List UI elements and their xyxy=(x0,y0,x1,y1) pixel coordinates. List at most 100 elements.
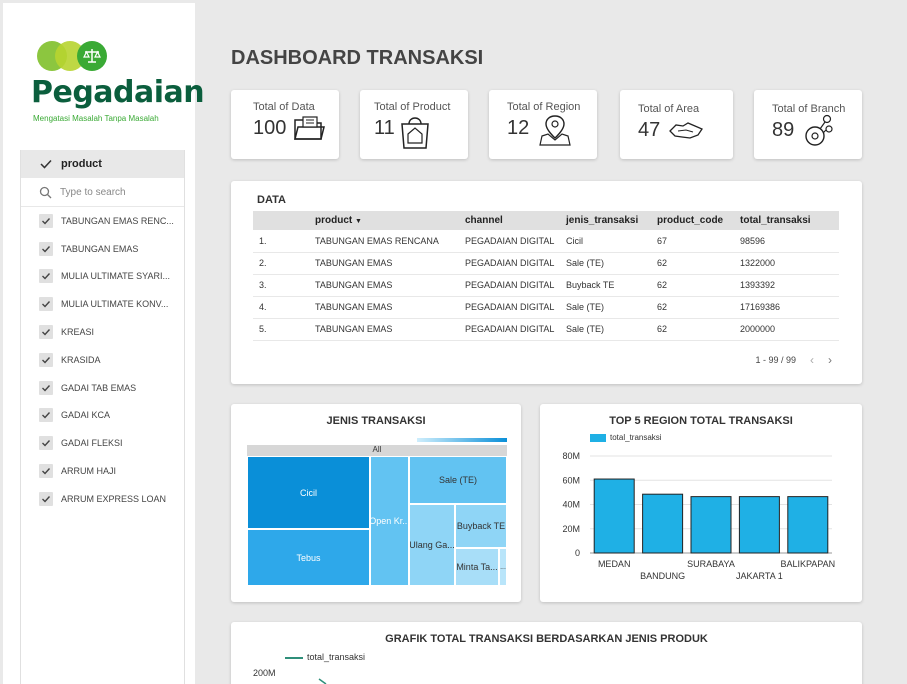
line-chart-legend: total_transaksi xyxy=(285,652,365,662)
filter-option[interactable]: KREASI xyxy=(21,318,184,346)
legend-label: total_transaksi xyxy=(307,652,366,662)
kpi-value: 47 xyxy=(638,119,661,141)
col-channel[interactable]: channel xyxy=(459,211,560,230)
treemap-cell[interactable]: Cicil xyxy=(247,456,370,529)
bar[interactable] xyxy=(690,496,732,554)
table-cell: TABUNGAN EMAS xyxy=(309,296,459,319)
y-tick-label: 60M xyxy=(562,475,580,485)
col-product-code[interactable]: product_code xyxy=(651,211,734,230)
table-cell: 4. xyxy=(253,296,309,319)
treemap-cell[interactable]: Tebus xyxy=(247,529,370,586)
filter-option-label: GADAI KCA xyxy=(61,410,111,421)
table-viewport[interactable]: product ▼ channel jenis_transaksi produc… xyxy=(231,181,862,343)
checkbox-checked-icon[interactable] xyxy=(39,297,53,312)
table-cell: 5. xyxy=(253,318,309,341)
filter-option[interactable]: MULIA ULTIMATE KONV... xyxy=(21,290,184,318)
filter-option-label: ARRUM EXPRESS LOAN xyxy=(61,493,167,504)
area-map-icon xyxy=(669,122,703,139)
table-cell: TABUNGAN EMAS RENCANA xyxy=(309,230,459,253)
bar[interactable] xyxy=(593,478,635,554)
table-cell: Buyback TE xyxy=(560,274,651,297)
filter-option[interactable]: GADAI KCA xyxy=(21,402,184,430)
treemap-cell[interactable]: ... xyxy=(499,548,507,586)
chevron-left-icon[interactable]: ‹ xyxy=(810,353,814,367)
checkbox-checked-icon[interactable] xyxy=(39,408,53,423)
shopping-bag-icon xyxy=(401,117,429,149)
table-cell: 67 xyxy=(651,230,734,253)
bar-chart-card: TOP 5 REGION TOTAL TRANSAKSI total_trans… xyxy=(540,404,862,602)
branch-icon xyxy=(805,114,833,146)
chevron-right-icon[interactable]: › xyxy=(828,353,832,367)
table-cell: 3. xyxy=(253,274,309,297)
checkbox-checked-icon[interactable] xyxy=(39,491,53,506)
treemap-card: JENIS TRANSAKSI All Cicil Tebus Open Kr.… xyxy=(231,404,521,602)
checkbox-checked-icon[interactable] xyxy=(39,464,53,479)
filter-option[interactable]: ARRUM EXPRESS LOAN xyxy=(21,485,184,513)
treemap-cell[interactable]: Buyback TE xyxy=(455,504,507,548)
bar[interactable] xyxy=(642,493,684,554)
filter-option[interactable]: GADAI TAB EMAS xyxy=(21,374,184,402)
kpi-value: 89 xyxy=(772,119,795,141)
checkbox-checked-icon[interactable] xyxy=(39,380,53,395)
treemap-cell[interactable]: Minta Ta... xyxy=(455,548,499,586)
treemap-cell[interactable]: Sale (TE) xyxy=(409,456,507,504)
kpi-total-area: Total of Area 47 xyxy=(620,90,733,159)
bar[interactable] xyxy=(738,496,780,554)
filter-option-label: GADAI FLEKSI xyxy=(61,438,123,449)
line-chart-card: GRAFIK TOTAL TRANSAKSI BERDASARKAN JENIS… xyxy=(231,622,862,684)
filter-option[interactable]: TABUNGAN EMAS xyxy=(21,235,184,263)
col-product[interactable]: product ▼ xyxy=(309,211,459,230)
table-cell: TABUNGAN EMAS xyxy=(309,318,459,341)
treemap-cell[interactable]: Ulang Ga... xyxy=(409,504,455,586)
checkbox-checked-icon[interactable] xyxy=(39,325,53,340)
checkbox-checked-icon[interactable] xyxy=(39,352,53,367)
table-cell: TABUNGAN EMAS xyxy=(309,274,459,297)
filter-option[interactable]: GADAI FLEKSI xyxy=(21,429,184,457)
filter-option[interactable]: KRASIDA xyxy=(21,346,184,374)
table-cell: 1322000 xyxy=(734,252,839,275)
table-row[interactable]: 5. TABUNGAN EMAS PEGADAIAN DIGITAL Sale (TE… xyxy=(253,318,839,341)
filter-header[interactable]: product xyxy=(21,150,184,178)
treemap-root-label[interactable]: All xyxy=(247,445,507,456)
kpi-label: Total of Area xyxy=(638,103,700,115)
table-row[interactable]: 4. TABUNGAN EMAS PEGADAIAN DIGITAL Sale (TE… xyxy=(253,296,839,319)
checkbox-checked-icon[interactable] xyxy=(39,213,53,228)
col-jenis-transaksi[interactable]: jenis_transaksi xyxy=(560,211,651,230)
filter-option[interactable]: MULIA ULTIMATE SYARI... xyxy=(21,263,184,291)
check-icon xyxy=(40,159,52,169)
kpi-value: 100 xyxy=(253,117,287,139)
checkbox-checked-icon[interactable] xyxy=(39,436,53,451)
checkbox-checked-icon[interactable] xyxy=(39,241,53,256)
filter-search-input[interactable]: Type to search xyxy=(21,178,184,207)
legend-line-swatch xyxy=(285,656,303,659)
table-cell: Sale (TE) xyxy=(560,296,651,319)
treemap-color-scale xyxy=(417,438,507,442)
bar[interactable] xyxy=(787,496,829,554)
bar-chart: 0 20M 40M 60M 80M MEDAN BANDUNGSURABAYAJAKARTA… xyxy=(562,451,835,581)
filter-option[interactable]: TABUNGAN EMAS RENC... xyxy=(21,207,184,235)
sidebar: Pegadaian Mengatasi Masalah Tanpa Masala… xyxy=(3,3,205,684)
filter-option[interactable]: ARRUM HAJI xyxy=(21,457,184,485)
filter-option-label: ARRUM HAJI xyxy=(61,466,117,477)
y-tick-label: 40M xyxy=(562,500,580,510)
treemap-title: JENIS TRANSAKSI xyxy=(326,415,426,427)
data-table: product ▼ channel jenis_transaksi produc… xyxy=(253,211,839,341)
brand-name: Pegadaian xyxy=(31,75,205,110)
folder-icon xyxy=(294,116,325,140)
table-cell: PEGADAIAN DIGITAL xyxy=(459,274,560,297)
table-cell: PEGADAIAN DIGITAL xyxy=(459,230,560,253)
checkbox-checked-icon[interactable] xyxy=(39,269,53,284)
table-cell: 2. xyxy=(253,252,309,275)
treemap-cell[interactable]: Open Kr... xyxy=(370,456,409,586)
table-cell: Sale (TE) xyxy=(560,252,651,275)
table-row[interactable]: 3. TABUNGAN EMAS PEGADAIAN DIGITAL Buyback … xyxy=(253,274,839,297)
table-row[interactable]: 1. TABUNGAN EMAS RENCANA PEGADAIAN DIGITAL… xyxy=(253,230,839,253)
table-row[interactable]: 2. TABUNGAN EMAS PEGADAIAN DIGITAL Sale (TE… xyxy=(253,252,839,275)
col-total-transaksi[interactable]: total_transaksi xyxy=(734,211,839,230)
table-cell: 1393392 xyxy=(734,274,839,297)
line-chart-title: GRAFIK TOTAL TRANSAKSI BERDASARKAN JENIS… xyxy=(385,633,708,645)
page-title: DASHBOARD TRANSAKSI xyxy=(231,47,484,69)
scale-icon xyxy=(83,49,101,63)
product-filter: product Type to search TABUNGAN EMAS REN… xyxy=(20,150,185,684)
table-cell: PEGADAIAN DIGITAL xyxy=(459,296,560,319)
